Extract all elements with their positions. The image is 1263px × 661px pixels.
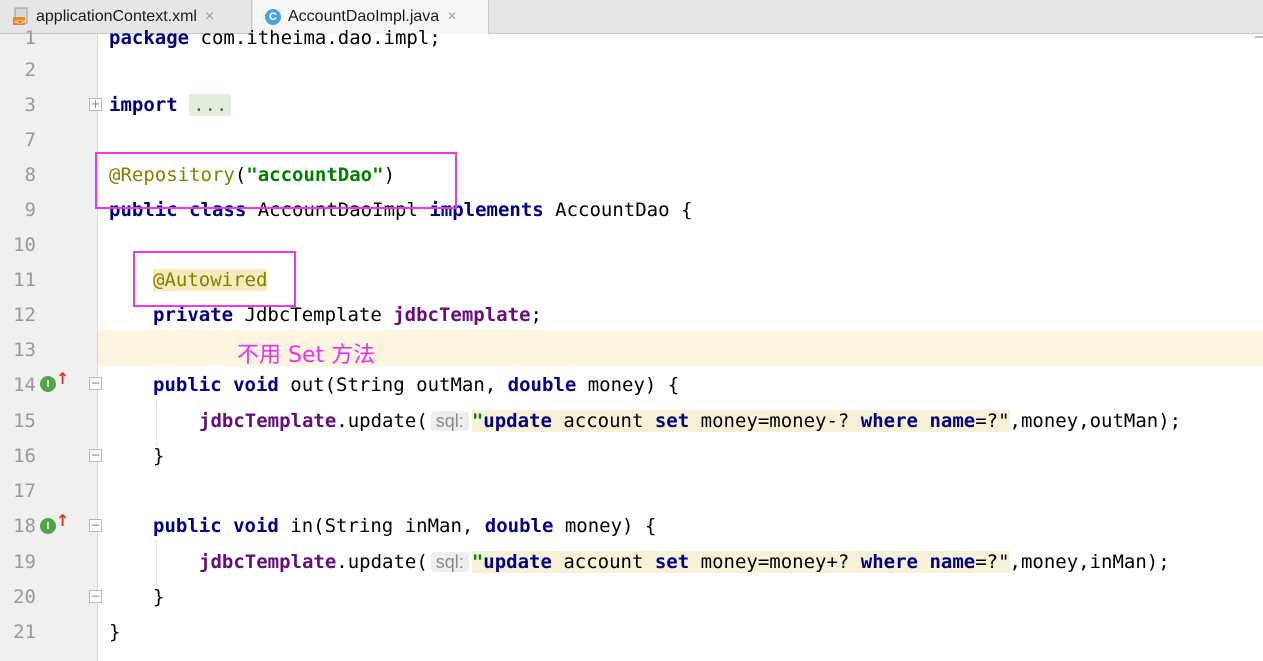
line-number: 17 — [13, 480, 36, 502]
parameter-hint: sql: — [430, 411, 469, 431]
line-number: 1 — [24, 27, 36, 49]
highlight-box-repository — [95, 152, 457, 209]
code-line-class-close-brace: } — [109, 621, 121, 643]
line-number: 11 — [13, 269, 36, 291]
parameter-hint: sql: — [430, 552, 469, 572]
code-line-close-brace: } — [153, 445, 165, 467]
fold-end-icon[interactable]: − — [89, 449, 102, 462]
expand-fold-icon[interactable]: + — [89, 98, 102, 111]
line-number: 2 — [24, 59, 36, 81]
java-class-icon: C — [265, 9, 281, 25]
collapse-fold-icon[interactable]: − — [89, 519, 102, 532]
line-number: 16 — [13, 445, 36, 467]
line-number: 12 — [13, 304, 36, 326]
annotation-note: 不用 Set 方法 — [237, 343, 376, 368]
implements-method-icon[interactable]: I — [40, 376, 56, 392]
scrollbar-mark — [1255, 36, 1263, 38]
code-line-import: import ... — [109, 93, 232, 117]
indent-guide — [156, 400, 157, 446]
code-line-update-out: jdbcTemplate.update(sql: "update account … — [199, 410, 1182, 432]
line-number: 7 — [24, 129, 36, 151]
go-to-interface-arrow-icon[interactable]: ↑ — [56, 511, 69, 530]
line-number: 8 — [24, 164, 36, 186]
close-tab-icon[interactable]: × — [447, 8, 456, 26]
go-to-interface-arrow-icon[interactable]: ↑ — [56, 369, 69, 388]
line-number: 13 — [13, 339, 36, 361]
fold-end-icon[interactable]: − — [89, 590, 102, 603]
line-number: 15 — [13, 410, 36, 432]
code-editor[interactable]: 1 2 3 7 8 9 10 11 12 13 14 15 16 17 18 1… — [0, 27, 1263, 661]
line-number: 9 — [24, 199, 36, 221]
indent-guide — [156, 541, 157, 587]
line-number: 10 — [13, 234, 36, 256]
line-number: 18 — [13, 515, 36, 537]
close-tab-icon[interactable]: × — [205, 8, 214, 26]
collapse-fold-icon[interactable]: − — [89, 377, 102, 390]
line-number: 20 — [13, 586, 36, 608]
xml-file-icon: <> — [12, 7, 32, 27]
code-line-method-in: public void in(String inMan, double mone… — [153, 515, 657, 537]
highlight-box-autowired — [133, 251, 296, 307]
line-number: 21 — [13, 621, 36, 643]
code-line-package: package com.itheima.dao.impl; — [109, 27, 441, 49]
line-number: 19 — [13, 551, 36, 573]
code-line-close-brace: } — [153, 586, 165, 608]
code-line-method-out: public void out(String outMan, double mo… — [153, 374, 680, 396]
folded-imports[interactable]: ... — [189, 94, 232, 116]
line-number: 3 — [24, 94, 36, 116]
code-line-update-in: jdbcTemplate.update(sql: "update account … — [199, 551, 1170, 573]
line-number: 14 — [13, 374, 36, 396]
tab-label: AccountDaoImpl.java — [288, 8, 440, 25]
implements-method-icon[interactable]: I — [40, 518, 56, 534]
svg-text:<>: <> — [14, 18, 26, 26]
tab-label: applicationContext.xml — [36, 7, 197, 25]
